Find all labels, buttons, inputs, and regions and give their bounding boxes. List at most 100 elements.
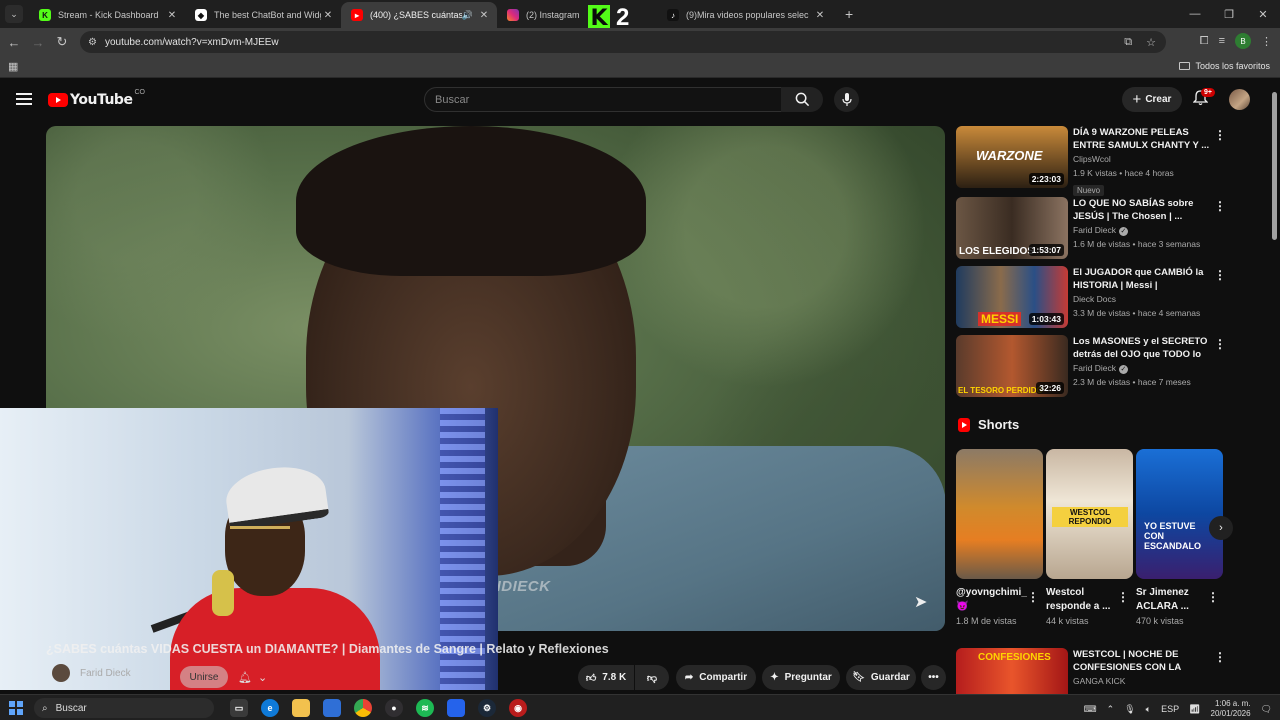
close-window-icon[interactable]: ✕ (1246, 0, 1280, 28)
video-thumbnail[interactable]: CONFESIONES (956, 648, 1068, 694)
chevron-up-icon[interactable]: ⌃ (1107, 704, 1115, 715)
new-tab-icon[interactable]: + (845, 6, 853, 22)
channel-info[interactable]: Farid Dieck (52, 664, 131, 682)
more-vertical-icon[interactable]: ⋮ (1214, 128, 1226, 142)
apps-grid-icon[interactable]: ▦ (8, 60, 18, 73)
restore-icon[interactable]: ❐ (1212, 0, 1246, 28)
chrome-menu-icon[interactable]: ⋮ (1261, 35, 1272, 48)
file-explorer-icon[interactable] (292, 699, 310, 717)
menu-icon[interactable] (16, 93, 32, 108)
page-scrollbar[interactable] (1272, 92, 1277, 240)
account-avatar[interactable] (1229, 89, 1250, 110)
short-thumbnail[interactable]: WESTCOL REPONDIO (1046, 449, 1133, 579)
profile-avatar[interactable]: B (1235, 33, 1251, 49)
recommendation-item[interactable]: WARZONE 2:23:03 DÍA 9 WARZONE PELEAS ENT… (956, 126, 1226, 196)
video-title[interactable]: Los MASONES y el SECRETO detrás del OJO … (1073, 335, 1211, 361)
channel-name[interactable]: ClipsWcol (1073, 152, 1211, 166)
spotify-icon[interactable]: ≋ (416, 699, 434, 717)
recommendation-item[interactable]: EL TESORO PERDIDO 32:26 Los MASONES y el… (956, 335, 1226, 397)
mic-tray-icon[interactable]: 🎙︎ (1124, 704, 1135, 715)
more-vertical-icon[interactable]: ⋮ (1027, 590, 1039, 604)
more-actions-button[interactable]: ••• (921, 665, 946, 690)
reload-icon[interactable]: ↻ (50, 34, 74, 50)
video-thumbnail[interactable]: EL TESORO PERDIDO 32:26 (956, 335, 1068, 397)
short-info[interactable]: @yovngchimi_ 😈 1.8 M de vistas (956, 586, 1038, 626)
tab-tiktok[interactable]: ♪ (9)Mira videos populares selec ✕ (657, 2, 833, 28)
tab-chatbot[interactable]: ◆ The best ChatBot and Widgets ✕ (185, 2, 341, 28)
minimize-icon[interactable]: — (1178, 0, 1212, 28)
short-title[interactable]: Westcol responde a ... (1046, 586, 1128, 614)
more-vertical-icon[interactable]: ⋮ (1214, 337, 1226, 351)
media-control-icon[interactable]: ≡ (1219, 35, 1225, 47)
channel-name[interactable]: Farid Dieck (1073, 363, 1116, 373)
keyboard-icon[interactable]: ⌨ (1084, 704, 1097, 715)
close-tab-icon[interactable]: ✕ (321, 10, 335, 21)
tab-kick-dashboard[interactable]: K Stream - Kick Dashboard ✕ (29, 2, 185, 28)
channel-name[interactable]: GANGA KICK (1073, 674, 1211, 688)
video-thumbnail[interactable]: LOS ELEGIDOS 1:53:07 (956, 197, 1068, 259)
task-view-icon[interactable]: ▭ (230, 699, 248, 717)
recommendation-item[interactable]: CONFESIONES WESTCOL | NOCHE DE CONFESION… (956, 648, 1226, 694)
forward-icon[interactable]: → (26, 35, 50, 50)
tab-instagram[interactable]: (2) Instagram (497, 2, 585, 28)
more-vertical-icon[interactable]: ⋮ (1207, 590, 1219, 604)
save-button[interactable]: 🔖︎ Guardar (846, 665, 916, 690)
chrome-icon[interactable] (354, 699, 372, 717)
short-title[interactable]: Sr Jimenez ACLARA ... (1136, 586, 1218, 614)
video-thumbnail[interactable]: MESSI 1:03:43 (956, 266, 1068, 328)
video-share-icon[interactable]: ➤ (914, 592, 927, 612)
calculator-icon[interactable] (447, 699, 465, 717)
short-thumbnail[interactable]: YO ESTUVE CON ESCANDALO (1136, 449, 1223, 579)
channel-avatar[interactable] (52, 664, 70, 682)
obs-icon[interactable]: ● (385, 699, 403, 717)
more-vertical-icon[interactable]: ⋮ (1214, 650, 1226, 664)
short-title[interactable]: @yovngchimi_ 😈 (956, 586, 1038, 614)
join-button[interactable]: Unirse (180, 666, 228, 688)
steam-icon[interactable]: ⚙ (478, 699, 496, 717)
shorts-next-button[interactable]: › (1209, 516, 1233, 540)
tab-search-icon[interactable]: ⌄ (5, 5, 23, 23)
dislike-button[interactable]: 👎︎ (635, 665, 669, 690)
youtube-logo[interactable]: YouTube CO (48, 89, 145, 108)
ask-button[interactable]: ✦ Preguntar (762, 665, 840, 690)
tab-youtube-video[interactable]: ▸ (400) ¿SABES cuántas VIDA 🔊 ✕ (341, 2, 497, 28)
search-input[interactable]: Buscar (424, 87, 782, 112)
app-icon[interactable]: ◉ (509, 699, 527, 717)
short-info[interactable]: Sr Jimenez ACLARA ... 470 k vistas (1136, 586, 1218, 626)
bookmark-star-icon[interactable]: ☆ (1146, 36, 1156, 49)
extensions-icon[interactable]: ⧠ (1200, 35, 1209, 48)
video-title[interactable]: DÍA 9 WARZONE PELEAS ENTRE SAMULX CHANTY… (1073, 126, 1211, 152)
close-tab-icon[interactable]: ✕ (477, 10, 491, 21)
video-title[interactable]: WESTCOL | NOCHE DE CONFESIONES CON LA NU… (1073, 648, 1211, 674)
share-button[interactable]: ➦ Compartir (676, 665, 756, 690)
back-icon[interactable]: ← (2, 35, 26, 50)
wifi-icon[interactable]: 📶︎ (1189, 704, 1200, 715)
more-vertical-icon[interactable]: ⋮ (1117, 590, 1129, 604)
notifications-icon[interactable]: 🗨︎ (1261, 704, 1272, 715)
video-thumbnail[interactable]: WARZONE 2:23:03 (956, 126, 1068, 188)
speaker-icon[interactable]: 🔊 (462, 10, 473, 21)
channel-name[interactable]: Farid Dieck (1073, 225, 1116, 235)
channel-name[interactable]: Dieck Docs (1073, 292, 1211, 306)
more-vertical-icon[interactable]: ⋮ (1214, 268, 1226, 282)
close-tab-icon[interactable]: ✕ (165, 10, 179, 21)
clock[interactable]: 1:06 a. m. 20/01/2026 (1211, 699, 1251, 719)
channel-name[interactable]: Farid Dieck (80, 668, 131, 679)
site-info-icon[interactable]: ⚙ (88, 37, 97, 48)
recommendation-item[interactable]: MESSI 1:03:43 El JUGADOR que CAMBIÓ la H… (956, 266, 1226, 328)
more-vertical-icon[interactable]: ⋮ (1214, 199, 1226, 213)
windows-start-icon[interactable] (9, 701, 23, 715)
subscription-bell-button[interactable]: 🔔︎ ⌄ (238, 666, 278, 688)
close-tab-icon[interactable]: ✕ (813, 10, 827, 21)
edge-icon[interactable]: e (261, 699, 279, 717)
voice-search-button[interactable] (834, 87, 859, 112)
address-bar[interactable]: ⚙ youtube.com/watch?v=xmDvm-MJEEw ⧉ ☆ (80, 31, 1166, 53)
volume-icon[interactable]: 🔈︎ (1146, 704, 1151, 715)
short-info[interactable]: Westcol responde a ... 44 k vistas (1046, 586, 1128, 626)
short-thumbnail[interactable] (956, 449, 1043, 579)
install-app-icon[interactable]: ⧉ (1124, 36, 1132, 49)
video-title[interactable]: LO QUE NO SABÍAS sobre JESÚS | The Chose… (1073, 197, 1211, 223)
search-button[interactable] (781, 87, 823, 112)
all-bookmarks-button[interactable]: Todos los favoritos (1179, 61, 1270, 71)
taskbar-search-input[interactable]: ⌕ Buscar (34, 698, 214, 718)
